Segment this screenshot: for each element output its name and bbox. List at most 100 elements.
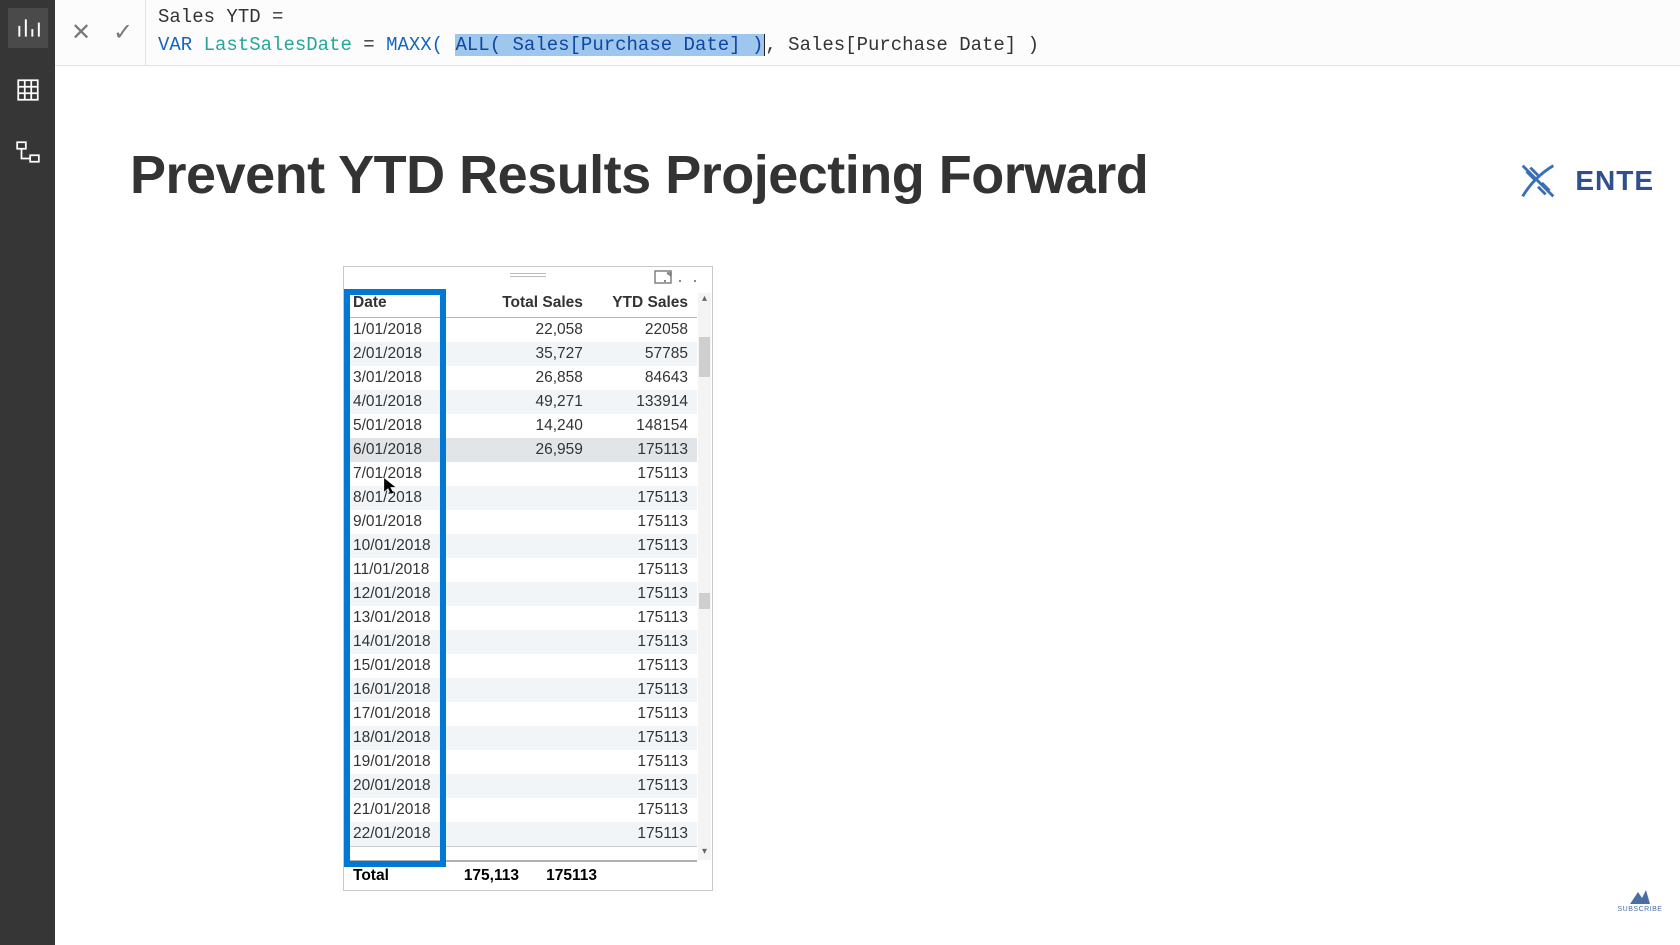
more-options-button[interactable]: · · · [662,270,700,291]
col-header-date[interactable]: Date [344,289,479,318]
cell-ytd-sales: 175113 [592,678,697,702]
cell-total-sales [479,726,592,750]
main-area: ✕ ✓ Sales YTD = VAR LastSalesDate = MAXX… [55,0,1680,945]
subscribe-label: SUBSCRIBE [1618,906,1663,913]
table-row[interactable]: 1/01/201822,05822058 [344,318,697,343]
table-scroll-region[interactable]: Date Total Sales YTD Sales 1/01/201822,0… [344,289,697,860]
scroll-down-arrow-icon[interactable]: ▾ [698,846,711,860]
table-visual[interactable]: · · · Date Total Sales YTD Sales 1/01/20… [343,266,713,891]
scroll-thumb[interactable] [699,337,710,377]
table-row[interactable]: 12/01/2018 175113 [344,582,697,606]
cell-date: 17/01/2018 [344,702,479,726]
cell-total-sales: 26,959 [479,438,592,462]
cell-total-sales: 14,240 [479,414,592,438]
cell-date: 5/01/2018 [344,414,479,438]
cell-total-sales [479,678,592,702]
model-view-button[interactable] [8,132,48,172]
cell-date: 4/01/2018 [344,390,479,414]
table-row[interactable]: 6/01/201826,959175113 [344,438,697,462]
cell-ytd-sales: 22058 [592,318,697,343]
cell-ytd-sales: 57785 [592,342,697,366]
cell-ytd-sales: 175113 [592,630,697,654]
table-row[interactable]: 3/01/201826,85884643 [344,366,697,390]
table-row[interactable]: 21/01/2018 175113 [344,798,697,822]
table-row[interactable]: 18/01/2018175113 [344,726,697,750]
cell-total-sales [479,702,592,726]
cell-ytd-sales: 175113 [592,750,697,774]
subscribe-badge[interactable]: SUBSCRIBE [1622,881,1658,917]
cell-date: 12/01/2018 [344,582,479,606]
dax-measure-name: Sales YTD [158,6,261,28]
cell-ytd-sales: 133914 [592,390,697,414]
cell-total-sales [479,462,592,486]
cell-date: 8/01/2018 [344,486,479,510]
total-total-sales: 175,113 [444,867,528,885]
table-row[interactable]: 19/01/2018 175113 [344,750,697,774]
cell-ytd-sales: 148154 [592,414,697,438]
cell-ytd-sales: 175113 [592,486,697,510]
cell-date: 19/01/2018 [344,750,479,774]
mouse-cursor-icon [383,477,401,495]
data-table: Date Total Sales YTD Sales 1/01/201822,0… [344,289,697,847]
table-row[interactable]: 15/01/2018175113 [344,654,697,678]
table-row[interactable]: 16/01/2018 175113 [344,678,697,702]
table-row[interactable]: 4/01/201849,271133914 [344,390,697,414]
dax-selection: ALL( Sales[Purchase Date] ) [455,34,765,56]
cell-total-sales [479,774,592,798]
cell-total-sales [479,486,592,510]
cell-total-sales [479,822,592,847]
cell-ytd-sales: 175113 [592,774,697,798]
cell-date: 18/01/2018 [344,726,479,750]
data-view-button[interactable] [8,70,48,110]
col-header-total-sales[interactable]: Total Sales [479,289,592,318]
table-row[interactable]: 13/01/2018175113 [344,606,697,630]
page-title: Prevent YTD Results Projecting Forward [130,144,1148,206]
scroll-up-arrow-icon[interactable]: ▴ [698,293,711,307]
cell-total-sales: 49,271 [479,390,592,414]
cell-date: 11/01/2018 [344,558,479,582]
cell-ytd-sales: 175113 [592,582,697,606]
formula-bar-actions: ✕ ✓ [55,0,146,65]
vertical-scrollbar[interactable]: ▴ ▾ [698,293,711,860]
cell-date: 16/01/2018 [344,678,479,702]
table-row[interactable]: 20/01/2018175113 [344,774,697,798]
table-row[interactable]: 5/01/201814,240148154 [344,414,697,438]
cell-total-sales: 22,058 [479,318,592,343]
cell-date: 6/01/2018 [344,438,479,462]
view-switcher-rail [0,0,55,945]
brand-text: ENTE [1575,165,1654,197]
cell-ytd-sales: 175113 [592,654,697,678]
cell-ytd-sales: 175113 [592,798,697,822]
cell-total-sales: 35,727 [479,342,592,366]
cell-date: 14/01/2018 [344,630,479,654]
cell-ytd-sales: 84643 [592,366,697,390]
report-canvas[interactable]: Prevent YTD Results Projecting Forward E… [55,66,1680,945]
cell-date: 7/01/2018 [344,462,479,486]
cell-date: 13/01/2018 [344,606,479,630]
report-view-button[interactable] [8,8,48,48]
table-row[interactable]: 17/01/2018 175113 [344,702,697,726]
table-row[interactable]: 9/01/2018175113 [344,510,697,534]
table-row[interactable]: 14/01/2018 175113 [344,630,697,654]
table-row[interactable]: 11/01/2018175113 [344,558,697,582]
table-row[interactable]: 10/01/2018175113 [344,534,697,558]
cancel-formula-button[interactable]: ✕ [67,19,95,47]
cell-total-sales [479,606,592,630]
cell-date: 21/01/2018 [344,798,479,822]
cell-date: 3/01/2018 [344,366,479,390]
cell-date: 22/01/2018 [344,822,479,847]
drag-grip-icon[interactable] [510,273,546,277]
scroll-thumb-secondary[interactable] [699,593,710,609]
cell-ytd-sales: 175113 [592,702,697,726]
table-header-row: Date Total Sales YTD Sales [344,289,697,318]
cell-ytd-sales: 175113 [592,822,697,847]
cell-total-sales [479,654,592,678]
col-header-ytd-sales[interactable]: YTD Sales [592,289,697,318]
table-row[interactable]: 2/01/201835,72757785 [344,342,697,366]
dax-editor[interactable]: Sales YTD = VAR LastSalesDate = MAXX( AL… [146,0,1680,59]
visual-header: · · · [344,267,712,289]
cell-date: 10/01/2018 [344,534,479,558]
cell-total-sales [479,750,592,774]
commit-formula-button[interactable]: ✓ [109,19,137,47]
table-row[interactable]: 22/01/2018 175113 [344,822,697,847]
